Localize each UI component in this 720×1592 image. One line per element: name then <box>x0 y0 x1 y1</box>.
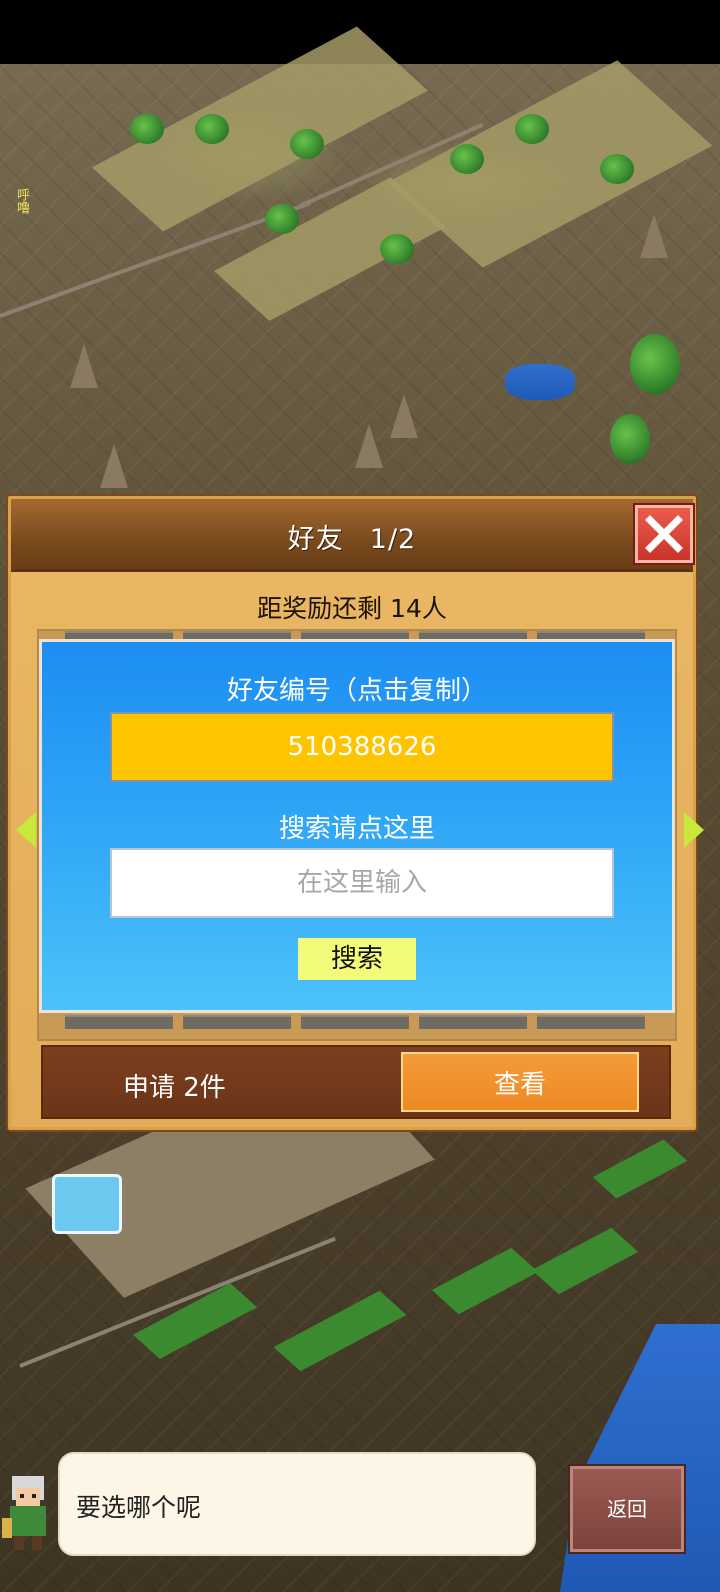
friend-request-bar: 申请 2件 查看 <box>41 1045 671 1119</box>
search-label: 搜索请点这里 <box>278 814 435 844</box>
npc-name-label: 呼噜 <box>14 188 29 214</box>
view-requests-button[interactable]: 查看 <box>401 1052 639 1112</box>
grass-patch <box>592 1139 688 1199</box>
tree <box>130 114 164 144</box>
friend-slot <box>419 1015 527 1029</box>
dialog-title: 好友 1/2 <box>11 517 693 556</box>
dialog-title-text: 好友 <box>287 524 344 555</box>
tree <box>380 234 414 264</box>
friend-id-copy-box[interactable]: 510388626 <box>110 712 614 782</box>
pond <box>505 364 575 400</box>
tree <box>265 204 299 234</box>
friend-slot <box>65 1015 173 1029</box>
request-count-label: 申请 2件 <box>123 1073 226 1103</box>
friend-slot <box>183 1015 291 1029</box>
grass-patch <box>431 1247 539 1315</box>
tree <box>195 114 229 144</box>
tree <box>610 414 650 464</box>
friend-search-input[interactable] <box>110 848 614 918</box>
npc-avatar-icon <box>2 1476 46 1550</box>
rock-spire <box>390 394 418 438</box>
tree <box>450 144 484 174</box>
close-icon <box>645 515 683 553</box>
reward-remaining-text: 距奖励还剩 14人 <box>257 594 447 623</box>
rock-spire <box>70 344 98 388</box>
rock-spire <box>640 214 668 258</box>
back-button[interactable]: 返回 <box>570 1466 684 1552</box>
arrow-right-icon[interactable] <box>684 812 704 848</box>
speech-bubble: 要选哪个呢 <box>58 1452 536 1556</box>
tree <box>515 114 549 144</box>
dialog-header: 好友 1/2 <box>11 499 693 572</box>
rock-spire <box>355 424 383 468</box>
friend-search-panel: 好友编号（点击复制） 510388626 搜索请点这里 搜索 <box>39 639 675 1013</box>
close-button[interactable] <box>635 505 693 563</box>
friend-slot <box>301 1015 409 1029</box>
grass-patch <box>273 1290 407 1372</box>
friend-dialog: 好友 1/2 距奖励还剩 14人 好友编号（点击复制） 510388626 搜索请… <box>8 496 696 1130</box>
arrow-left-icon[interactable] <box>16 812 36 848</box>
game-screen: 呼噜 好友 1/2 距奖励还剩 14人 好友编号（点击复制） 510388626… <box>0 0 720 1592</box>
rock-spire <box>100 444 128 488</box>
dialog-page-indicator: 1/2 <box>369 524 417 555</box>
hatchery-icon[interactable] <box>52 1174 122 1234</box>
tree <box>600 154 634 184</box>
tree <box>630 334 680 394</box>
search-button[interactable]: 搜索 <box>298 938 416 980</box>
friend-slot <box>537 1015 645 1029</box>
speech-text: 要选哪个呢 <box>76 1493 202 1522</box>
friend-id-label: 好友编号（点击复制） <box>226 676 487 706</box>
tree <box>290 129 324 159</box>
grass-patch <box>531 1227 639 1295</box>
